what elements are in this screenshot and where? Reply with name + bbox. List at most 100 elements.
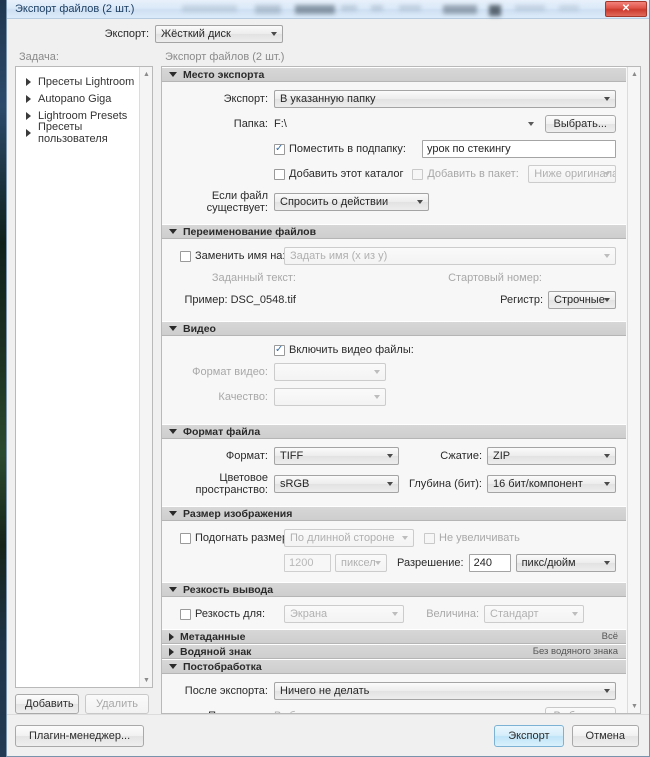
sharpen-for-label: Резкость для: xyxy=(195,608,266,620)
case-select[interactable]: Строчные xyxy=(548,291,616,309)
section-body-video: Включить видео файлы: Формат видео: Каче… xyxy=(162,336,626,424)
export-destination-select[interactable]: Жёсткий диск xyxy=(155,25,283,43)
add-to-catalog-checkbox[interactable]: Добавить этот каталог xyxy=(274,168,412,180)
application-select: Выбрать программу... xyxy=(274,707,539,713)
subfolder-name-value: урок по стекингу xyxy=(427,143,511,155)
section-header-file-settings[interactable]: Формат файла xyxy=(162,424,626,439)
folder-label: Папка: xyxy=(233,118,268,130)
choose-folder-button[interactable]: Выбрать... xyxy=(544,115,616,133)
sidebar-item-autopano-giga[interactable]: Autopano Giga xyxy=(16,90,152,107)
compression-label: Сжатие: xyxy=(440,450,482,462)
section-header-output-sharpening[interactable]: Резкость вывода xyxy=(162,582,626,597)
sharpen-amount-value: Стандарт xyxy=(490,608,539,620)
existing-file-row: Если файл существует: Спросить о действи… xyxy=(162,190,616,214)
include-video-row: Включить видео файлы: xyxy=(162,344,616,356)
include-video-label: Включить видео файлы: xyxy=(289,344,414,356)
compression-select[interactable]: ZIP xyxy=(487,447,616,465)
chevron-down-icon xyxy=(402,536,408,540)
section-header-image-sizing[interactable]: Размер изображения xyxy=(162,506,626,521)
section-body-image-sizing: Подогнать размер По длинной стороне Не у… xyxy=(162,521,626,582)
chevron-down-icon xyxy=(271,32,277,36)
subfolder-name-input[interactable]: урок по стекингу xyxy=(422,140,616,158)
format-select[interactable]: TIFF xyxy=(274,447,399,465)
settings-panel-scrollbar[interactable]: ▲ ▼ xyxy=(627,67,640,713)
add-preset-button[interactable]: Добавить xyxy=(15,694,79,714)
settings-panel-inner: Место экспорта Экспорт: В указанную папк… xyxy=(162,67,626,713)
scroll-up-icon[interactable]: ▲ xyxy=(628,67,640,81)
example-filename: Пример: DSC_0548.tif xyxy=(184,294,296,306)
resize-to-fit-checkbox[interactable]: Подогнать размер xyxy=(180,532,288,544)
resize-row: Подогнать размер По длинной стороне Не у… xyxy=(162,529,616,547)
resolution-input[interactable]: 240 xyxy=(468,554,511,572)
format-label: Формат: xyxy=(225,450,268,462)
sharpen-for-checkbox[interactable]: Резкость для: xyxy=(180,608,284,620)
sharpen-row: Резкость для: Экрана Величина: Стандарт xyxy=(162,605,616,623)
checkbox-box xyxy=(274,344,285,356)
checkbox-box xyxy=(180,608,191,620)
add-to-stack-checkbox: Добавить в пакет: xyxy=(412,168,528,180)
colorspace-select[interactable]: sRGB xyxy=(274,475,399,493)
folder-row: Папка: F:\ Выбрать... xyxy=(162,115,616,133)
watermark-summary: Без водяного знака xyxy=(532,646,618,657)
section-header-metadata[interactable]: Метаданные Всё xyxy=(162,629,626,644)
resize-to-fit-label: Подогнать размер xyxy=(195,532,289,544)
chevron-down-icon xyxy=(604,172,610,176)
titlebar-ghost-artifact xyxy=(489,5,501,16)
chevron-right-icon xyxy=(26,77,31,86)
export-to-row: Экспорт: В указанную папку xyxy=(162,90,616,108)
video-format-label: Формат видео: xyxy=(192,366,268,378)
section-header-export-location[interactable]: Место экспорта xyxy=(162,67,626,82)
sharpen-target-value: Экрана xyxy=(290,608,328,620)
preset-list-scrollbar[interactable]: ▲ ▼ xyxy=(139,67,152,687)
dont-enlarge-checkbox: Не увеличивать xyxy=(424,532,520,544)
cancel-button[interactable]: Отмена xyxy=(571,724,639,747)
section-title: Резкость вывода xyxy=(183,583,274,596)
rename-template-value: Задать имя (x из y) xyxy=(290,250,388,262)
section-title: Водяной знак xyxy=(180,645,252,658)
scroll-down-icon[interactable]: ▼ xyxy=(628,699,640,713)
existing-file-select[interactable]: Спросить о действии xyxy=(274,193,429,211)
section-header-renaming[interactable]: Переименование файлов xyxy=(162,224,626,239)
close-icon[interactable]: ✕ xyxy=(605,1,647,17)
bitdepth-value: 16 бит/компонент xyxy=(493,478,583,490)
checkbox-box xyxy=(412,168,424,180)
put-in-subfolder-checkbox[interactable]: Поместить в подпапку: xyxy=(274,143,422,155)
section-body-export-location: Экспорт: В указанную папку Папка: F:\ Вы… xyxy=(162,82,626,224)
existing-file-value: Спросить о действии xyxy=(280,196,389,208)
sidebar-item-lightroom-presets[interactable]: Пресеты Lightroom xyxy=(16,73,152,90)
sidebar-item-label: Пресеты пользователя xyxy=(38,120,108,145)
section-header-video[interactable]: Видео xyxy=(162,321,626,336)
export-to-select[interactable]: В указанную папку xyxy=(274,90,616,108)
preset-list[interactable]: Пресеты Lightroom Autopano Giga Lightroo… xyxy=(15,66,153,688)
section-header-post-processing[interactable]: Постобработка xyxy=(162,659,626,674)
resolution-row: 1200 пиксел Разрешение: 240 пикс/дюйм xyxy=(162,554,616,572)
include-video-checkbox[interactable]: Включить видео файлы: xyxy=(274,344,414,356)
chevron-down-icon xyxy=(604,454,610,458)
sidebar-item-user-presets[interactable]: Пресеты пользователя xyxy=(16,121,152,145)
chevron-down-icon xyxy=(604,298,610,302)
chevron-down-icon xyxy=(417,200,423,204)
chevron-down-icon xyxy=(169,72,177,77)
chevron-right-icon xyxy=(169,632,174,641)
scroll-up-icon[interactable]: ▲ xyxy=(140,67,152,81)
case-value: Строчные xyxy=(554,294,605,306)
subfolder-row: Поместить в подпапку: урок по стекингу xyxy=(162,140,616,158)
resolution-unit-select[interactable]: пикс/дюйм xyxy=(515,554,616,572)
rename-to-checkbox[interactable]: Заменить имя на: xyxy=(180,250,285,262)
bitdepth-select[interactable]: 16 бит/компонент xyxy=(487,475,616,493)
export-button[interactable]: Экспорт xyxy=(494,724,564,747)
scroll-down-icon[interactable]: ▼ xyxy=(140,673,152,687)
add-to-stack-label: Добавить в пакет: xyxy=(427,168,519,180)
section-header-watermarking[interactable]: Водяной знак Без водяного знака xyxy=(162,644,626,659)
chevron-right-icon xyxy=(26,94,31,103)
after-export-select[interactable]: Ничего не делать xyxy=(274,682,616,700)
resize-mode-value: По длинной стороне xyxy=(290,532,395,544)
titlebar-ghost-artifact xyxy=(341,5,357,11)
size-input: 1200 xyxy=(284,554,331,572)
titlebar-ghost-artifact xyxy=(559,5,579,11)
chevron-down-icon xyxy=(169,587,177,592)
folder-path-value: F:\ xyxy=(274,118,287,130)
plugin-manager-button[interactable]: Плагин-менеджер... xyxy=(15,724,145,747)
folder-path-select[interactable]: F:\ xyxy=(274,115,539,133)
titlebar-ghost-artifact xyxy=(399,5,421,11)
